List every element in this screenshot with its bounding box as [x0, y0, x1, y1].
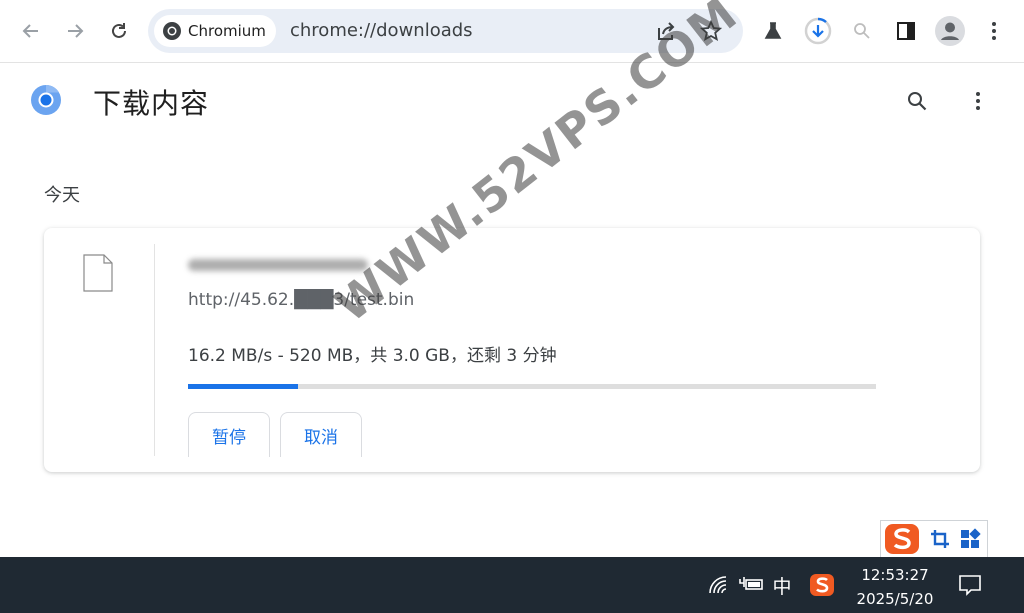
- downloads-menu-button[interactable]: [963, 86, 993, 116]
- site-chip[interactable]: Chromium: [154, 15, 276, 47]
- screenshot-crop-icon[interactable]: [929, 528, 951, 550]
- reload-icon: [112, 23, 126, 38]
- taskbar: 中 12:53:27 2025/5/20: [0, 557, 1024, 613]
- cancel-button[interactable]: 取消: [280, 412, 362, 457]
- page-title: 下载内容: [93, 87, 210, 120]
- back-button[interactable]: [14, 14, 48, 48]
- progress-bar: [188, 384, 876, 389]
- date-group-label: 今天: [44, 185, 80, 206]
- back-arrow-icon: [22, 24, 38, 38]
- search-downloads-button[interactable]: [902, 86, 932, 116]
- download-progress-icon: [804, 17, 832, 45]
- downloads-button[interactable]: [802, 15, 834, 47]
- browser-toolbar: Chromium chrome://downloads: [0, 0, 1024, 63]
- ime-toolbar[interactable]: [880, 520, 988, 558]
- download-status: 16.2 MB/s - 520 MB，共 3.0 GB，还剩 3 分钟: [188, 346, 557, 366]
- pause-button[interactable]: 暂停: [188, 412, 270, 457]
- notification-center-button[interactable]: [956, 571, 984, 599]
- progress-fill: [188, 384, 299, 389]
- wifi-icon: [709, 576, 727, 594]
- reload-button[interactable]: [102, 14, 136, 48]
- card-divider: [154, 244, 155, 456]
- sogou-tray-button[interactable]: [808, 571, 836, 599]
- download-card: http://45.62.███3/test.bin 16.2 MB/s - 5…: [44, 228, 980, 472]
- search-tabs-button[interactable]: [846, 15, 878, 47]
- profile-button[interactable]: [934, 15, 966, 47]
- system-clock[interactable]: 12:53:27 2025/5/20: [848, 563, 942, 611]
- file-name-redacted: [188, 259, 368, 271]
- labs-button[interactable]: [757, 15, 789, 47]
- ime-language-indicator[interactable]: 中: [770, 571, 794, 599]
- more-vert-icon: [992, 22, 996, 40]
- search-icon: [854, 23, 870, 39]
- address-text[interactable]: chrome://downloads: [290, 20, 473, 41]
- flask-icon: [764, 22, 782, 39]
- site-chip-label: Chromium: [188, 22, 266, 40]
- avatar-icon: [935, 16, 965, 46]
- notification-icon: [959, 575, 981, 596]
- forward-arrow-icon: [68, 24, 84, 38]
- share-icon: [658, 22, 675, 40]
- forward-button[interactable]: [58, 14, 92, 48]
- star-icon: [700, 20, 722, 41]
- omnibox[interactable]: Chromium chrome://downloads: [148, 9, 743, 53]
- file-url[interactable]: http://45.62.███3/test.bin: [188, 290, 414, 310]
- search-icon: [908, 92, 927, 111]
- more-vert-icon: [976, 92, 980, 110]
- toolbox-grid-icon[interactable]: [959, 528, 981, 550]
- share-button[interactable]: [652, 17, 680, 45]
- bookmark-button[interactable]: [697, 17, 725, 45]
- power-button[interactable]: [738, 573, 764, 597]
- clock-time: 12:53:27: [861, 566, 929, 584]
- sogou-tray-icon: [810, 574, 834, 596]
- wifi-button[interactable]: [706, 573, 730, 597]
- file-icon: [83, 254, 113, 292]
- side-panel-button[interactable]: [890, 15, 922, 47]
- side-panel-icon: [897, 22, 915, 40]
- sogou-logo-icon: [885, 524, 919, 554]
- chromium-logo-icon: [31, 85, 61, 115]
- browser-menu-button[interactable]: [978, 15, 1010, 47]
- power-plug-icon: [739, 577, 763, 590]
- clock-date: 2025/5/20: [856, 590, 934, 608]
- chromium-icon: [163, 22, 181, 40]
